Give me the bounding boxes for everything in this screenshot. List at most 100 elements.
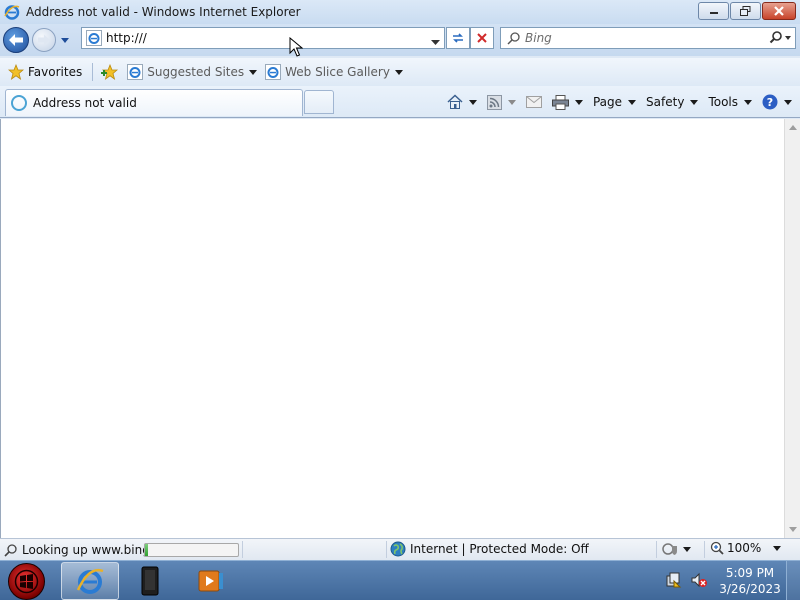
ie-icon xyxy=(127,64,144,80)
zoom-label: 100% xyxy=(727,541,762,555)
stop-button[interactable] xyxy=(470,27,494,49)
safety-menu[interactable]: Safety xyxy=(646,95,699,109)
status-text: Looking up www.bing xyxy=(22,542,150,557)
progress-fill xyxy=(145,544,148,556)
recent-pages-dropdown[interactable] xyxy=(60,34,70,48)
chevron-down-icon xyxy=(431,40,440,45)
print-button[interactable] xyxy=(551,94,583,110)
suggested-sites-label: Suggested Sites xyxy=(147,65,245,79)
chevron-down-icon xyxy=(574,99,583,105)
refresh-icon xyxy=(453,33,463,43)
back-arrow-icon xyxy=(9,34,23,46)
taskbar-clock[interactable]: 5:09 PM 3/26/2023 xyxy=(716,565,784,597)
web-slice-gallery-label: Web Slice Gallery xyxy=(285,65,390,79)
divider xyxy=(704,541,705,558)
close-button[interactable] xyxy=(762,2,796,20)
page-menu-label: Page xyxy=(592,95,623,109)
media-player-icon xyxy=(198,570,223,592)
window-title: Address not valid - Windows Internet Exp… xyxy=(26,5,301,19)
page-content[interactable] xyxy=(0,119,784,538)
minimize-icon xyxy=(709,12,718,14)
ie-icon xyxy=(4,5,20,20)
search-box[interactable] xyxy=(500,27,796,49)
tools-menu[interactable]: Tools xyxy=(708,95,752,109)
protected-mode-button[interactable] xyxy=(662,542,691,556)
search-button[interactable] xyxy=(769,30,791,49)
show-desktop-button[interactable] xyxy=(786,561,800,600)
feeds-button[interactable] xyxy=(486,94,516,110)
forward-button[interactable] xyxy=(32,28,56,52)
web-slice-gallery-link[interactable]: Web Slice Gallery xyxy=(265,64,403,80)
zoom-icon xyxy=(710,541,724,555)
search-input[interactable] xyxy=(525,31,755,45)
tab-bar: Address not valid Page Safety Tools ? xyxy=(0,86,800,118)
title-bar: Address not valid - Windows Internet Exp… xyxy=(0,0,800,24)
chevron-down-icon xyxy=(507,99,516,105)
taskbar-media-player[interactable] xyxy=(182,562,240,600)
favorites-button[interactable]: Favorites xyxy=(8,61,82,83)
taskbar-internet-explorer[interactable] xyxy=(61,562,119,600)
minimize-button[interactable] xyxy=(698,2,729,20)
refresh-button[interactable] xyxy=(446,27,470,49)
chevron-down-icon xyxy=(744,99,752,105)
start-button[interactable] xyxy=(8,563,45,600)
star-icon xyxy=(8,64,24,80)
navigation-bar xyxy=(0,24,800,56)
clock-date: 3/26/2023 xyxy=(719,582,781,596)
search-icon xyxy=(507,32,520,45)
status-bar: Looking up www.bing Internet | Protected… xyxy=(0,538,800,560)
help-icon: ? xyxy=(762,94,778,110)
address-bar[interactable] xyxy=(81,27,445,49)
chevron-down-icon xyxy=(61,38,69,43)
taskbar-explorer[interactable] xyxy=(120,562,178,600)
home-icon xyxy=(447,94,463,109)
shield-icon xyxy=(662,543,677,555)
restore-icon xyxy=(740,6,751,16)
address-dropdown[interactable] xyxy=(431,35,440,49)
start-orb-icon xyxy=(14,569,39,594)
chevron-down-icon xyxy=(394,69,403,75)
tab-label: Address not valid xyxy=(33,96,137,110)
window-controls xyxy=(697,2,796,20)
restore-button[interactable] xyxy=(730,2,761,20)
search-icon xyxy=(769,31,791,44)
tab-address-not-valid[interactable]: Address not valid xyxy=(5,89,303,116)
add-favorite-icon xyxy=(101,64,119,80)
clock-time: 5:09 PM xyxy=(725,566,775,580)
chevron-down-icon xyxy=(773,545,782,551)
svg-text:?: ? xyxy=(767,96,773,109)
help-menu[interactable]: ? xyxy=(762,94,792,110)
chevron-down-icon xyxy=(628,99,637,105)
favorites-bar: Favorites Suggested Sites Web Slice Gall… xyxy=(0,58,800,86)
back-button[interactable] xyxy=(3,27,29,53)
divider xyxy=(92,63,94,81)
chevron-down-icon xyxy=(784,99,792,105)
scroll-down-icon[interactable] xyxy=(789,527,797,532)
chevron-down-icon xyxy=(468,99,477,105)
chevron-down-icon xyxy=(249,69,258,75)
divider xyxy=(242,541,243,558)
read-mail-button[interactable] xyxy=(525,96,542,108)
rss-feed-icon xyxy=(486,94,502,110)
scroll-up-icon[interactable] xyxy=(789,125,797,130)
speaker-muted-icon[interactable] xyxy=(690,571,708,589)
page-menu[interactable]: Page xyxy=(592,95,637,109)
vertical-scrollbar[interactable] xyxy=(784,119,800,538)
network-icon[interactable] xyxy=(664,571,682,589)
forward-arrow-icon xyxy=(38,34,50,46)
chevron-down-icon xyxy=(683,546,691,552)
security-zone[interactable]: Internet | Protected Mode: Off xyxy=(390,541,589,557)
zoom-level-button[interactable]: 100% xyxy=(710,541,782,555)
loading-progress-bar xyxy=(144,543,239,557)
address-input[interactable] xyxy=(106,31,426,45)
ie-icon xyxy=(265,64,282,80)
ie-icon xyxy=(86,30,102,46)
tools-menu-label: Tools xyxy=(708,95,738,109)
taskbar: 5:09 PM 3/26/2023 xyxy=(0,560,800,600)
globe-icon xyxy=(390,541,406,557)
new-tab-button[interactable] xyxy=(304,90,334,114)
home-button[interactable] xyxy=(447,94,477,110)
add-to-favorites-bar-button[interactable] xyxy=(101,64,119,80)
suggested-sites-link[interactable]: Suggested Sites xyxy=(127,64,258,80)
chevron-down-icon xyxy=(690,99,699,105)
